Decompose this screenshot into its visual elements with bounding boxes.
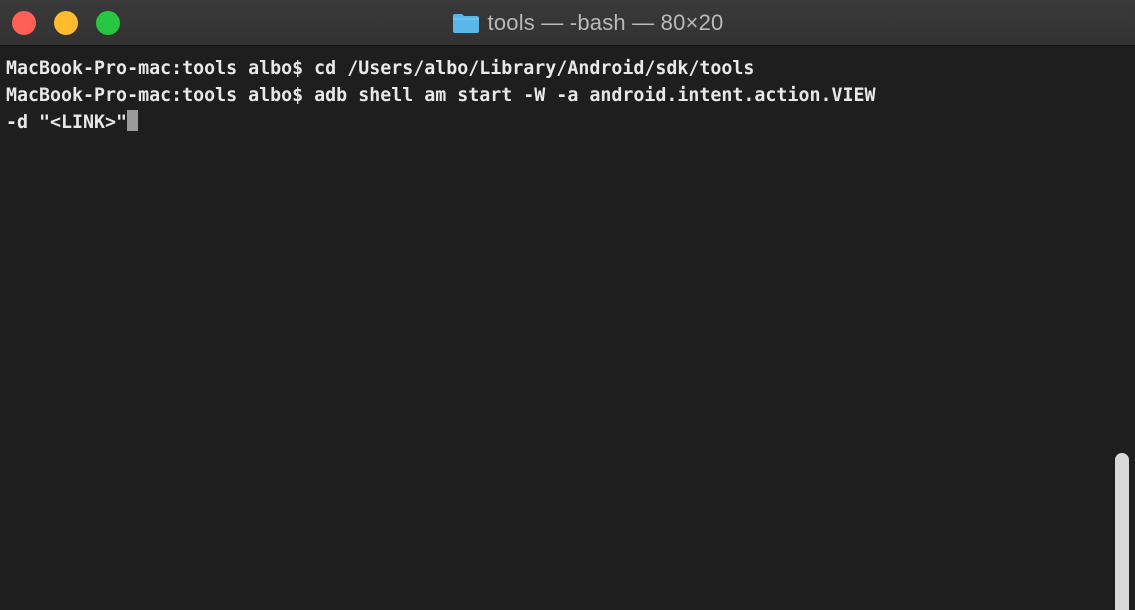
terminal-area[interactable]: MacBook-Pro-mac:tools albo$ cd /Users/al… [0,47,1135,610]
folder-icon [452,12,480,34]
scrollbar-thumb[interactable] [1115,453,1129,610]
terminal-line: -d "<LINK>" [6,112,128,133]
terminal-window: tools — -bash — 80×20 MacBook-Pro-mac:to… [0,0,1135,610]
title-group: tools — -bash — 80×20 [0,0,1135,46]
scrollbar[interactable] [1109,47,1129,610]
terminal-line: MacBook-Pro-mac:tools albo$ adb shell am… [6,85,876,106]
window-title: tools — -bash — 80×20 [487,10,724,35]
terminal-line: MacBook-Pro-mac:tools albo$ cd /Users/al… [6,58,755,79]
title-bar[interactable]: tools — -bash — 80×20 [0,0,1135,46]
text-cursor [127,110,139,131]
terminal-output: MacBook-Pro-mac:tools albo$ cd /Users/al… [6,55,876,136]
